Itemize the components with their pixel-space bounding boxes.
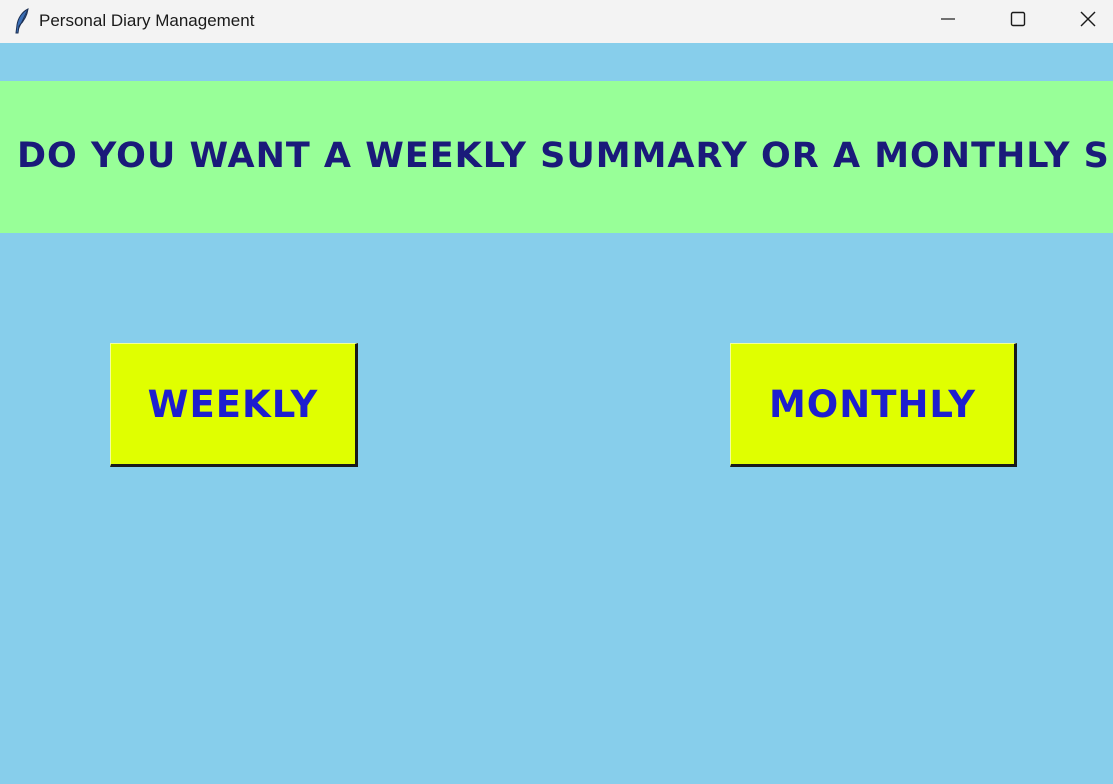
monthly-button[interactable]: MONTHLY xyxy=(730,343,1017,467)
maximize-icon xyxy=(1010,11,1026,32)
title-bar[interactable]: Personal Diary Management xyxy=(0,0,1113,43)
question-banner: DO YOU WANT A WEEKLY SUMMARY OR A MONTHL… xyxy=(0,81,1113,233)
close-icon xyxy=(1079,10,1097,33)
minimize-button[interactable] xyxy=(920,0,976,43)
minimize-icon xyxy=(940,11,956,32)
weekly-button[interactable]: WEEKLY xyxy=(110,343,358,467)
app-window: Personal Diary Management DO YOU WANT A … xyxy=(0,0,1113,784)
feather-icon xyxy=(13,8,31,34)
close-button[interactable] xyxy=(1060,0,1113,43)
window-title: Personal Diary Management xyxy=(39,11,255,30)
monthly-button-label: MONTHLY xyxy=(768,382,977,426)
maximize-button[interactable] xyxy=(990,0,1046,43)
question-label: DO YOU WANT A WEEKLY SUMMARY OR A MONTHL… xyxy=(17,136,1113,176)
weekly-button-label: WEEKLY xyxy=(147,382,319,426)
